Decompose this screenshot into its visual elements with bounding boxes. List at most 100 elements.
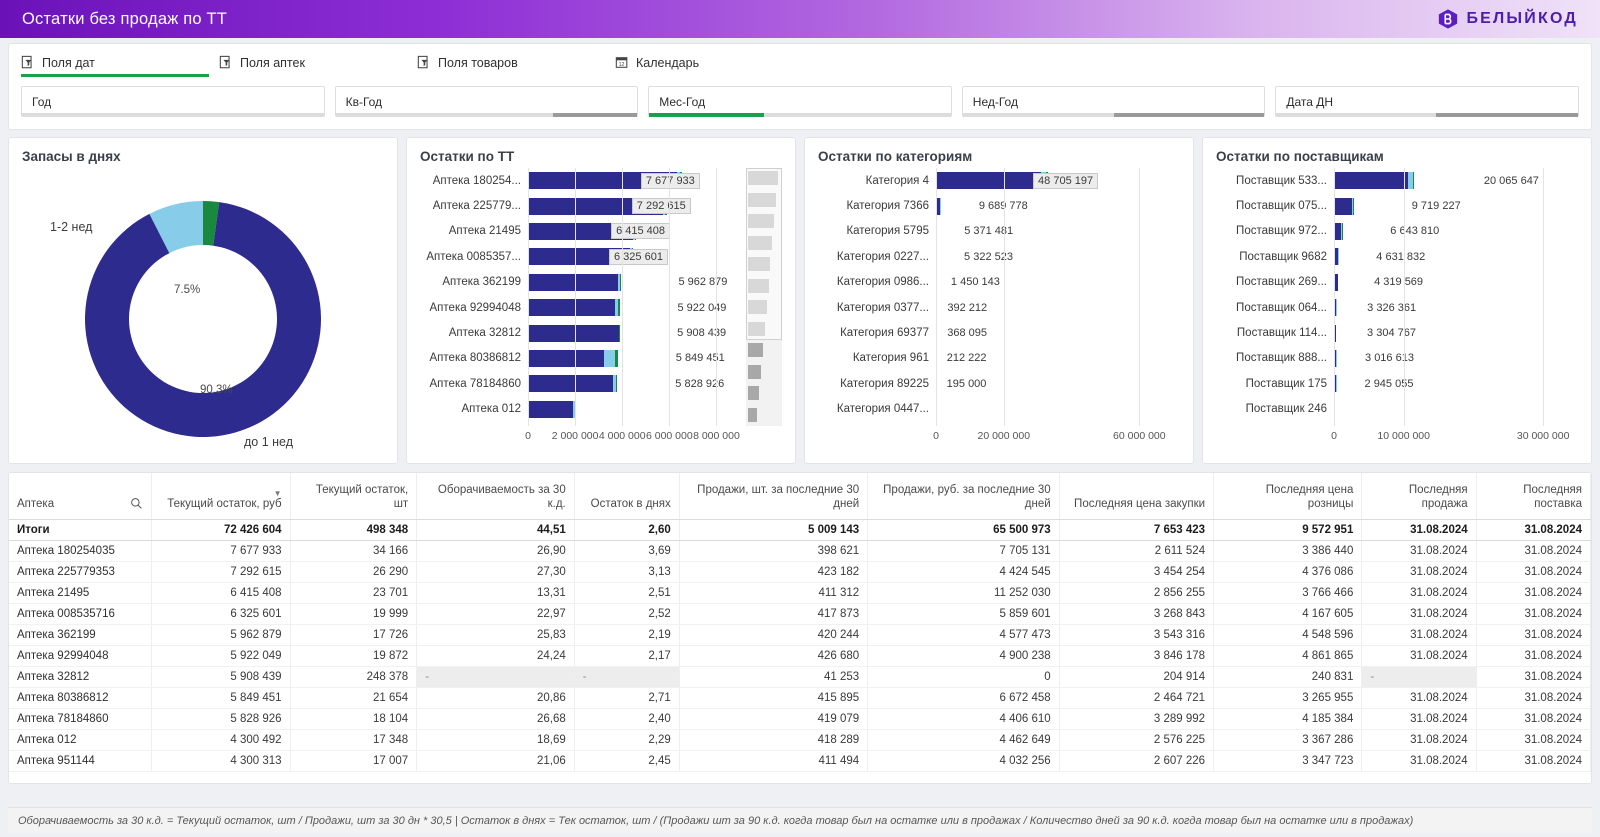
bar-row[interactable]: Категория 4 48 705 197	[818, 168, 1180, 193]
bar-row[interactable]: Категория 5795 5 371 481	[818, 219, 1180, 244]
bar-row[interactable]: Поставщик 064... 3 326 361	[1216, 295, 1578, 320]
bar-row[interactable]: Категория 7366 9 689 778	[818, 193, 1180, 218]
bar-row[interactable]: Поставщик 075... 9 719 227	[1216, 193, 1578, 218]
bar-stack[interactable]	[528, 324, 667, 342]
bar-row[interactable]: Аптека 012	[420, 397, 740, 422]
bar-row[interactable]: Поставщик 269... 4 319 569	[1216, 270, 1578, 295]
bar-chart-stock-by-category[interactable]: Категория 4 48 705 197 Категория 7366 9 689…	[818, 168, 1180, 426]
bar-stack[interactable]	[1334, 349, 1355, 367]
table-header-cell-9[interactable]: Последняя продажа	[1361, 473, 1477, 520]
bar-chart-stock-by-supplier[interactable]: Поставщик 533... 20 065 647 Поставщик 075.…	[1216, 168, 1578, 426]
search-icon[interactable]	[130, 497, 143, 510]
bar-segment-до 1 нед	[528, 273, 619, 291]
tab-polya-dat[interactable]: Поля дат	[21, 52, 219, 77]
table-header-cell-2[interactable]: Текущий остаток, шт	[290, 473, 418, 520]
donut-chart[interactable]: 1-2 нед 7.5% 90.3% до 1 нед	[22, 168, 384, 449]
bar-row[interactable]: Поставщик 175 2 945 055	[1216, 371, 1578, 396]
filter-field-data-dn[interactable]: Дата ДН	[1275, 86, 1579, 117]
bar-stack[interactable]	[528, 299, 667, 317]
bar-stack[interactable]	[1334, 375, 1355, 393]
bar-row[interactable]: Аптека 21495 6 415 408	[420, 219, 740, 244]
bar-row[interactable]: Аптека 78184860 5 828 926	[420, 371, 740, 396]
table-cell-9: 31.08.2024	[1361, 540, 1477, 562]
tab-polya-aptek[interactable]: Поля аптек	[219, 52, 417, 77]
table-header-cell-5[interactable]: Продажи, шт. за последние 30 дней	[679, 473, 869, 520]
table-header-cell-10[interactable]: Последняя поставка	[1476, 473, 1591, 520]
table-cell-10: 31.08.2024	[1476, 603, 1591, 625]
bar-stack[interactable]	[1334, 299, 1357, 317]
bar-row[interactable]: Категория 0377... 392 212	[818, 295, 1180, 320]
bar-row[interactable]: Аптека 80386812 5 849 451	[420, 346, 740, 371]
table-header-cell-7[interactable]: Последняя цена закупки	[1059, 473, 1215, 520]
bar-row[interactable]: Категория 0227... 5 322 523	[818, 244, 1180, 269]
bar-row[interactable]: Категория 0447...	[818, 397, 1180, 422]
bar-row[interactable]: Категория 0986... 1 450 143	[818, 270, 1180, 295]
table-row[interactable]: Аптека 80386812 5 849 451 21 654 20,86 2,71 4…	[9, 687, 1591, 709]
bar-chart-stock-by-store[interactable]: Аптека 180254... 7 677 933 Аптека 225779..…	[420, 168, 782, 426]
bar-row[interactable]: Поставщик 9682 4 631 832	[1216, 244, 1578, 269]
table-row[interactable]: Аптека 92994048 5 922 049 19 872 24,24 2,17 4…	[9, 645, 1591, 667]
bar-row[interactable]: Аптека 225779... 7 292 615	[420, 193, 740, 218]
bar-stack[interactable]	[1334, 400, 1350, 418]
bar-row[interactable]: Поставщик 972... 6 643 810	[1216, 219, 1578, 244]
table-row[interactable]: Аптека 21495 6 415 408 23 701 13,31 2,51 411 …	[9, 582, 1591, 604]
table-row[interactable]: Аптека 362199 5 962 879 17 726 25,83 2,19 420…	[9, 624, 1591, 646]
filter-field-mes-god[interactable]: Мес-Год	[648, 86, 952, 117]
table-row[interactable]: Аптека 78184860 5 828 926 18 104 26,68 2,40 4…	[9, 708, 1591, 730]
table-row[interactable]: Аптека 951144 4 300 313 17 007 21,06 2,45 411…	[9, 750, 1591, 772]
data-table-container[interactable]: Аптека ▼ Текущий остаток, руб Текущий остат…	[8, 472, 1592, 784]
app-header: Остатки без продаж по ТТ БЕЛЫЙКОД	[0, 0, 1600, 38]
bar-stack[interactable]	[528, 349, 666, 367]
bar-row[interactable]: Категория 89225 195 000	[818, 371, 1180, 396]
donut-segment-0[interactable]	[85, 202, 322, 437]
bar-row[interactable]: Категория 69377 368 095	[818, 320, 1180, 345]
bar-stack[interactable]	[1334, 273, 1364, 291]
table-row[interactable]: Аптека 012 4 300 492 17 348 18,69 2,29 418 28…	[9, 729, 1591, 751]
bar-stack[interactable]	[528, 400, 629, 418]
filter-field-ned-god[interactable]: Нед-Год	[961, 86, 1266, 117]
tab-kalendar[interactable]: 12 Календарь	[615, 52, 813, 77]
table-row[interactable]: Аптека 225779353 7 292 615 26 290 27,30 3,13…	[9, 561, 1591, 583]
table-header-cell-3[interactable]: Оборачиваемость за 30 к.д.	[416, 473, 575, 520]
table-header-cell-6[interactable]: Продажи, руб. за последние 30 дней	[867, 473, 1060, 520]
bar-stack[interactable]	[1334, 324, 1357, 342]
filter-field-progress[interactable]	[649, 113, 951, 117]
bar-stack[interactable]	[936, 222, 954, 240]
bar-stack[interactable]	[936, 197, 969, 215]
table-row[interactable]: Аптека 180254035 7 677 933 34 166 26,90 3,69…	[9, 540, 1591, 562]
filter-field-god[interactable]: Год	[21, 86, 325, 117]
bar-row[interactable]: Категория 961 212 222	[818, 346, 1180, 371]
tab-polya-tovarov[interactable]: Поля товаров	[417, 52, 615, 77]
brand-logo-text: БЕЛЫЙКОД	[1466, 10, 1578, 27]
table-row[interactable]: Аптека 32812 5 908 439 248 378- -41 253 0 204…	[9, 666, 1591, 688]
minimap-viewport-handle[interactable]	[746, 168, 782, 340]
bar-row[interactable]: Поставщик 114... 3 304 767	[1216, 320, 1578, 345]
table-header-cell-1[interactable]: ▼ Текущий остаток, руб	[151, 473, 291, 520]
formula-footnote: Оборачиваемость за 30 к.д. = Текущий ост…	[8, 807, 1592, 833]
bar-row[interactable]: Аптека 92994048 5 922 049	[420, 295, 740, 320]
filter-field-kv-god[interactable]: Кв-Год	[334, 86, 639, 117]
filter-field-progress[interactable]	[335, 113, 638, 117]
filter-field-progress[interactable]	[22, 113, 324, 117]
bar-stack[interactable]	[1334, 197, 1402, 215]
bar-row[interactable]: Аптека 32812 5 908 439	[420, 320, 740, 345]
table-header-cell-0[interactable]: Аптека	[9, 473, 152, 520]
bar-row[interactable]: Аптека 362199 5 962 879	[420, 270, 740, 295]
filter-field-progress[interactable]	[962, 113, 1265, 117]
bar-stack[interactable]	[1334, 248, 1366, 266]
bar-stack[interactable]	[528, 375, 665, 393]
bar-row[interactable]: Поставщик 888... 3 016 613	[1216, 346, 1578, 371]
table-totals-row[interactable]: Итоги 72 426 604 498 348 44,51 2,60 5 009 143…	[9, 519, 1591, 541]
bar-row[interactable]: Аптека 180254... 7 677 933	[420, 168, 740, 193]
table-header-cell-4[interactable]: Остаток в днях	[574, 473, 680, 520]
bar-row[interactable]: Поставщик 533... 20 065 647	[1216, 168, 1578, 193]
bar-stack[interactable]	[936, 248, 954, 266]
bar-row[interactable]: Аптека 0085357... 6 325 601	[420, 244, 740, 269]
table-header-cell-8[interactable]: Последняя цена розницы	[1213, 473, 1363, 520]
bar-stack[interactable]	[528, 273, 668, 291]
filter-field-progress[interactable]	[1276, 113, 1578, 117]
bar-row[interactable]: Поставщик 246	[1216, 397, 1578, 422]
chart-minimap-scrollbar[interactable]	[746, 168, 782, 426]
bar-stack[interactable]	[1334, 222, 1380, 240]
table-row[interactable]: Аптека 008535716 6 325 601 19 999 22,97 2,52…	[9, 603, 1591, 625]
